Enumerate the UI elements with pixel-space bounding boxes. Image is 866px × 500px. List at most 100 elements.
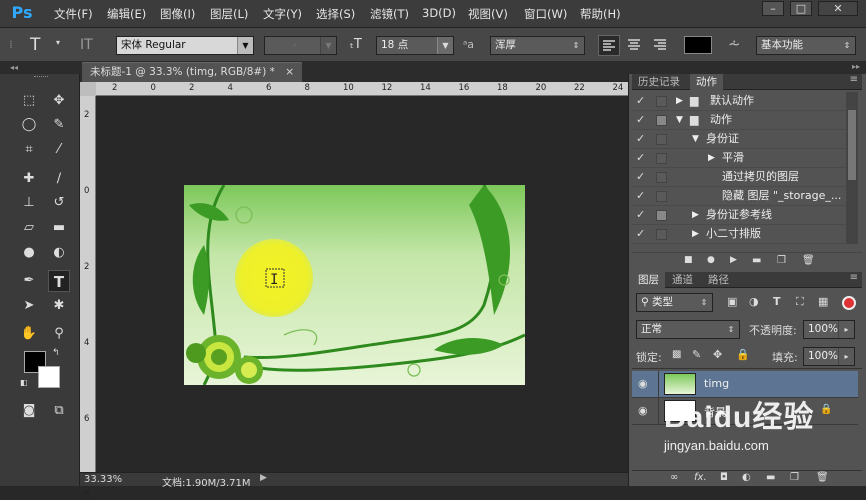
tab-history[interactable]: 历史记录	[632, 74, 686, 90]
swap-colors-icon[interactable]: ↰	[52, 348, 60, 358]
preset-dropdown-icon[interactable]: ▾	[56, 38, 60, 47]
align-left-button[interactable]	[598, 35, 620, 56]
collapse-icon[interactable]: ◂◂	[0, 62, 80, 74]
chevron-down-icon[interactable]: ▸	[838, 321, 854, 338]
layer-name[interactable]: timg	[704, 377, 729, 390]
status-menu-icon[interactable]: ▶	[260, 473, 267, 483]
screen-mode-icon[interactable]: ⧉	[48, 400, 70, 422]
lock-pixels-icon[interactable]: ✎	[692, 348, 701, 361]
dialog-toggle-icon[interactable]	[656, 229, 667, 240]
layer-row[interactable]: ◉ 背景 🔒	[632, 398, 858, 425]
blend-mode-select[interactable]: 正常 ⇕	[636, 320, 740, 339]
pen-tool-icon[interactable]: ✒	[18, 270, 40, 292]
checkmark-icon[interactable]: ✓	[636, 168, 645, 186]
font-style-select[interactable]: - ▼	[264, 36, 337, 55]
layer-row[interactable]: ◉ timg	[632, 371, 858, 398]
lasso-tool-icon[interactable]: ◯	[18, 114, 40, 136]
maximize-button[interactable]: □	[790, 1, 812, 16]
default-colors-icon[interactable]: ◧	[20, 378, 28, 387]
dialog-toggle-icon[interactable]	[656, 134, 667, 145]
layer-thumbnail[interactable]	[664, 373, 696, 395]
checkmark-icon[interactable]: ✓	[636, 206, 645, 224]
menu-item[interactable]: 帮助(H)	[580, 6, 621, 22]
menu-item[interactable]: 视图(V)	[468, 6, 508, 22]
filter-toggle-icon[interactable]	[842, 296, 856, 310]
document-canvas[interactable]: I	[184, 185, 525, 385]
custom-shape-tool-icon[interactable]: ✱	[48, 295, 70, 317]
font-size-select[interactable]: 18 点 ▼	[376, 36, 454, 55]
blur-tool-icon[interactable]: ●	[18, 242, 40, 264]
panel-menu-icon[interactable]: ≡	[850, 74, 858, 85]
lock-all-icon[interactable]: 🔒	[736, 348, 750, 361]
crop-tool-icon[interactable]: ⌗	[18, 139, 40, 161]
path-selection-tool-icon[interactable]: ➤	[18, 295, 40, 317]
background-color-swatch[interactable]	[38, 366, 60, 388]
menu-item[interactable]: 窗口(W)	[524, 6, 567, 22]
font-family-select[interactable]: 宋体 Regular ▼	[116, 36, 254, 55]
tab-layers[interactable]: 图层	[632, 272, 665, 288]
document-tab[interactable]: 未标题-1 @ 33.3% (timg, RGB/8#) * ×	[82, 62, 302, 82]
eye-icon[interactable]: ◉	[638, 377, 648, 390]
hand-tool-icon[interactable]: ✋	[18, 323, 40, 345]
move-tool-icon[interactable]: ✥	[48, 90, 70, 112]
history-brush-tool-icon[interactable]: ↺	[48, 192, 70, 214]
checkmark-icon[interactable]: ✓	[636, 111, 645, 129]
workspace-select[interactable]: 基本功能 ⇕	[756, 36, 856, 55]
action-row[interactable]: ✓ ▶ 身份证参考线	[632, 206, 846, 225]
menu-item[interactable]: 文件(F)	[54, 6, 93, 22]
layer-filter-select[interactable]: ⚲ 类型 ⇕	[636, 293, 713, 312]
checkmark-icon[interactable]: ✓	[636, 149, 645, 167]
expand-icon[interactable]: ▶	[676, 92, 683, 110]
layer-name[interactable]: 背景	[704, 404, 726, 420]
filter-smart-object-icon[interactable]: ▦	[818, 295, 828, 308]
action-row[interactable]: ✓ ▶ ▆ 默认动作	[632, 92, 846, 111]
brush-tool-icon[interactable]: ∕	[48, 168, 70, 190]
menu-item[interactable]: 滤镜(T)	[370, 6, 409, 22]
expand-panels-icon[interactable]: ▸▸	[852, 62, 860, 71]
lock-transparency-icon[interactable]: ▩	[672, 349, 681, 360]
close-button[interactable]: ✕	[818, 1, 858, 16]
dialog-toggle-icon[interactable]	[656, 115, 667, 126]
checkmark-icon[interactable]: ✓	[636, 92, 645, 110]
text-color-swatch[interactable]	[684, 36, 712, 54]
eye-icon[interactable]: ◉	[638, 404, 648, 417]
warp-text-icon[interactable]: ⩪	[728, 33, 741, 55]
add-mask-icon[interactable]: ◘	[720, 472, 728, 483]
expand-icon[interactable]: ▶	[692, 225, 699, 243]
adjustment-layer-icon[interactable]: ◐	[742, 472, 751, 483]
fill-field[interactable]: 100% ▸	[803, 347, 855, 366]
dialog-toggle-icon[interactable]	[656, 172, 667, 183]
delete-layer-icon[interactable]: 🗑	[816, 472, 829, 483]
text-tool-preset-icon[interactable]: T	[30, 32, 40, 58]
menu-item[interactable]: 编辑(E)	[107, 6, 146, 22]
menu-item[interactable]: 文字(Y)	[263, 6, 302, 22]
checkmark-icon[interactable]: ✓	[636, 225, 645, 243]
menu-item[interactable]: 图层(L)	[210, 6, 248, 22]
actions-scrollbar[interactable]	[846, 92, 858, 244]
dodge-tool-icon[interactable]: ◐	[48, 242, 70, 264]
tab-actions[interactable]: 动作	[690, 74, 723, 90]
minimize-button[interactable]: –	[762, 1, 784, 16]
action-row[interactable]: ✓ 隐藏 图层 "_storage_...	[632, 187, 846, 206]
dialog-toggle-icon[interactable]	[656, 191, 667, 202]
marquee-tool-icon[interactable]: ⬚	[18, 90, 40, 112]
ruler-origin[interactable]	[80, 82, 96, 96]
expand-icon[interactable]: ▶	[692, 206, 699, 224]
clone-stamp-tool-icon[interactable]: ⊥	[18, 192, 40, 214]
zoom-tool-icon[interactable]: ⚲	[48, 323, 70, 345]
eraser-tool-icon[interactable]: ▱	[18, 217, 40, 239]
collapse-icon[interactable]: ▼	[692, 130, 699, 148]
menu-item[interactable]: 选择(S)	[316, 6, 355, 22]
new-set-icon[interactable]: ▬	[752, 255, 761, 266]
record-icon[interactable]: ●	[707, 255, 715, 265]
close-tab-icon[interactable]: ×	[285, 63, 294, 82]
new-group-icon[interactable]: ▬	[766, 472, 775, 483]
delete-icon[interactable]: 🗑	[802, 255, 815, 266]
gradient-tool-icon[interactable]: ▬	[48, 217, 70, 239]
vertical-ruler[interactable]: 2 0 2 4 6 8	[80, 96, 96, 500]
horizontal-ruler[interactable]: 2 0 2 4 6 8 10 12 14 16 18 20 22 24	[96, 82, 628, 96]
checkmark-icon[interactable]: ✓	[636, 187, 645, 205]
healing-brush-tool-icon[interactable]: ✚	[18, 168, 40, 190]
antialias-select[interactable]: 浑厚 ⇕	[490, 36, 585, 55]
align-center-button[interactable]	[624, 35, 646, 56]
